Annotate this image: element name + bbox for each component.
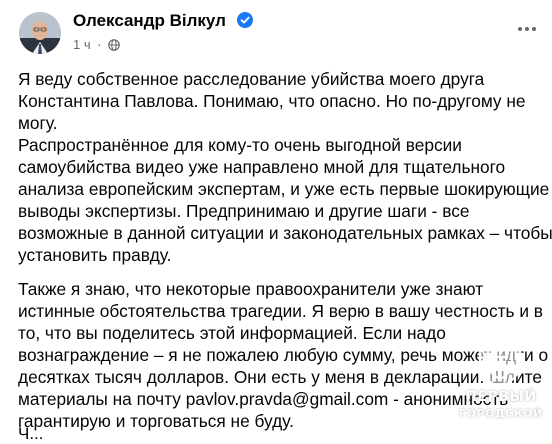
text-line: Распространённое для кому-то очень выгод… (18, 135, 462, 155)
post-timestamp[interactable]: 1 ч (73, 37, 91, 52)
text-line: самоубийства видео уже направлено мной д… (18, 157, 506, 177)
avatar-photo (19, 12, 61, 54)
text-line: возможные в данной ситуации и законодате… (18, 223, 552, 243)
text-line: установить правду. (18, 245, 172, 265)
verified-badge-icon (236, 12, 253, 28)
text-line: Константина Павлова. Понимаю, что опасно… (18, 91, 526, 111)
watermark-emblem-icon (479, 333, 521, 389)
watermark-logo: ПЕРВЫЙ ГОРОДСКОЙ (458, 333, 544, 429)
post-meta: 1 ч · (73, 37, 121, 52)
meta-separator: · (97, 37, 102, 52)
post-paragraph-1: Я веду собственное расследование убийств… (18, 68, 552, 266)
text-line: Также я знаю, что некоторые правоохранит… (18, 279, 484, 299)
more-dot (532, 27, 536, 31)
author-name-text[interactable]: Олександр Вілкул (73, 11, 226, 30)
facebook-post: Олександр Вілкул 1 ч · Я веду собственно… (0, 0, 552, 443)
globe-icon[interactable] (108, 39, 121, 51)
more-dot (518, 27, 522, 31)
more-options-icon[interactable] (516, 18, 538, 40)
more-dot (525, 27, 529, 31)
watermark-line-1: ПЕРВЫЙ (465, 389, 537, 405)
text-line: истинные обстоятельства трагедии. Я верю… (18, 301, 543, 321)
cut-off-text: Ч... (18, 424, 44, 443)
author-avatar[interactable] (19, 12, 61, 54)
watermark-line-2: ГОРОДСКОЙ (459, 407, 543, 420)
author-name[interactable]: Олександр Вілкул (73, 11, 253, 31)
text-line: выводы экспертизы. Предпринимаю и другие… (18, 201, 470, 221)
text-line: анализа европейским экспертам, и уже ест… (18, 179, 550, 199)
text-line: Я веду собственное расследование убийств… (18, 69, 485, 89)
text-line: могу. (18, 113, 58, 133)
